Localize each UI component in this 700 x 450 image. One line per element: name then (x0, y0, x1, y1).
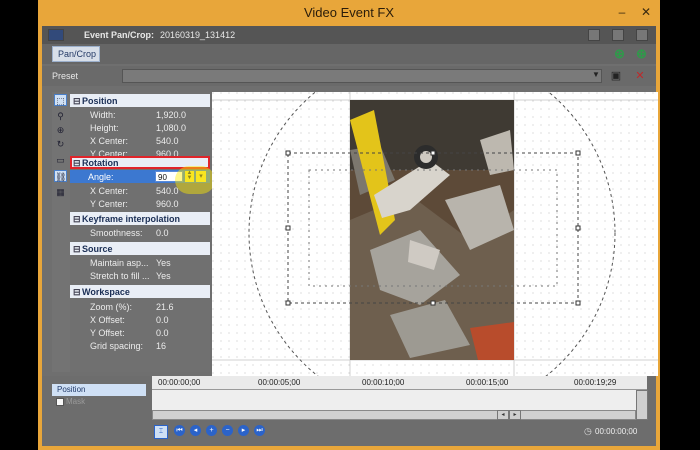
property-width[interactable]: Width: 1,920.0 (70, 108, 210, 121)
video-fx-icon (48, 29, 64, 41)
tool-strip: ⬚ ⚲ ⊕ ↻ ▭ ⛓ ▦ (52, 92, 70, 372)
event-label: Event Pan/Crop: (84, 30, 155, 40)
property-smoothness[interactable]: Smoothness: 0.0 (70, 226, 210, 239)
scroll-left-icon[interactable]: ◂ (497, 410, 509, 420)
playback-controls: ⌶ ⏮ ◂ + − ▸ ⏭ ◷ 00:00:00;00 (152, 424, 647, 440)
property-stretch-to-fill[interactable]: Stretch to fill ... Yes (70, 269, 210, 282)
preset-select[interactable] (122, 69, 602, 83)
delete-keyframe-icon[interactable]: − (222, 425, 233, 436)
video-event-fx-window: Video Event FX – ✕ Event Pan/Crop: 20160… (38, 0, 660, 450)
track-position[interactable]: Position (52, 384, 146, 396)
normal-edit-tool-icon[interactable]: ⬚ (54, 94, 67, 106)
tab-pan-crop[interactable]: Pan/Crop (52, 46, 100, 62)
mask-checkbox[interactable] (56, 398, 64, 406)
fx-chain-icon[interactable]: ⊕ (636, 46, 647, 62)
fx-chain-bar: Pan/Crop ⊕ ⊕ (42, 44, 656, 64)
clock-icon: ◷ (584, 426, 592, 436)
property-rotation-y-center[interactable]: Y Center: 960.0 (70, 197, 210, 210)
next-keyframe-icon[interactable]: ▸ (238, 425, 249, 436)
property-height[interactable]: Height: 1,080.0 (70, 121, 210, 134)
property-zoom[interactable]: Zoom (%): 21.6 (70, 300, 210, 313)
angle-label: Angle: (88, 172, 114, 182)
timeline-ruler[interactable]: 00:00:00;00 00:00:05;00 00:00:10;00 00:0… (152, 376, 647, 390)
track-list: Position Mask (52, 384, 152, 408)
last-keyframe-icon[interactable]: ⏭ (254, 425, 265, 436)
track-mask[interactable]: Mask (52, 396, 146, 408)
split-icon[interactable] (588, 29, 600, 41)
magnify-icon[interactable]: ⊕ (54, 124, 67, 136)
delete-preset-icon[interactable]: ✕ (634, 69, 646, 82)
ruler-time: 00:00:00;00 (158, 378, 201, 387)
property-y-offset[interactable]: Y Offset: 0.0 (70, 326, 210, 339)
stack-icon[interactable] (636, 29, 648, 41)
section-workspace[interactable]: ⊟ Workspace (70, 285, 210, 298)
window-title: Video Event FX (303, 5, 395, 20)
sync-cursor-icon[interactable]: ⌶ (154, 425, 168, 439)
ruler-time: 00:00:19;29 (574, 378, 617, 387)
lock-aspect-icon[interactable]: ⛓ (54, 170, 67, 182)
client-area: Event Pan/Crop: 20160319_131412 Pan/Crop… (42, 26, 658, 446)
zoom-tool-icon[interactable]: ⚲ (54, 110, 67, 122)
section-position[interactable]: ⊟ Position (70, 94, 210, 107)
property-grid-spacing[interactable]: Grid spacing: 16 (70, 339, 210, 352)
vertical-scrollbar[interactable] (636, 390, 648, 420)
preset-label: Preset (52, 71, 79, 81)
section-keyframe-interpolation[interactable]: ⊟ Keyframe interpolation (70, 212, 210, 225)
keyframe-timeline: Position Mask 00:00:00;00 00:00:05;00 00… (42, 376, 656, 446)
minimize-button[interactable]: – (612, 3, 632, 21)
add-fx-icon[interactable]: ⊕ (614, 46, 625, 62)
title-bar: Video Event FX – ✕ (38, 0, 660, 26)
event-header: Event Pan/Crop: 20160319_131412 (42, 26, 656, 44)
property-maintain-aspect[interactable]: Maintain asp... Yes (70, 256, 210, 269)
chevron-down-icon[interactable]: ▼ (592, 70, 600, 79)
ruler-time: 00:00:05;00 (258, 378, 301, 387)
section-source[interactable]: ⊟ Source (70, 242, 210, 255)
pan-crop-preview[interactable] (212, 92, 658, 376)
grid-icon[interactable]: ▦ (54, 186, 67, 198)
keyframe-track[interactable] (152, 390, 636, 410)
save-preset-icon[interactable]: ▣ (610, 69, 622, 82)
video-frame-image (350, 100, 514, 360)
layout-icon[interactable] (612, 29, 624, 41)
horizontal-scrollbar[interactable] (152, 410, 636, 420)
properties-panel: ⊟ Position Width: 1,920.0 Height: 1,080.0 X… (70, 92, 215, 372)
property-x-center[interactable]: X Center: 540.0 (70, 134, 210, 147)
cursor-time: 00:00:00;00 (595, 427, 638, 436)
event-name: 20160319_131412 (160, 30, 236, 40)
prev-keyframe-icon[interactable]: ◂ (190, 425, 201, 436)
property-x-offset[interactable]: X Offset: 0.0 (70, 313, 210, 326)
add-keyframe-icon[interactable]: + (206, 425, 217, 436)
ruler-time: 00:00:10;00 (362, 378, 405, 387)
first-keyframe-icon[interactable]: ⏮ (174, 425, 185, 436)
ruler-time: 00:00:15;00 (466, 378, 509, 387)
scroll-right-icon[interactable]: ▸ (509, 410, 521, 420)
close-button[interactable]: ✕ (636, 3, 656, 21)
rotate-icon[interactable]: ↻ (54, 138, 67, 150)
preset-bar: Preset ▼ ▣ ✕ (42, 66, 656, 86)
property-rotation-x-center[interactable]: X Center: 540.0 (70, 184, 210, 197)
source-icon[interactable]: ▭ (54, 154, 67, 166)
